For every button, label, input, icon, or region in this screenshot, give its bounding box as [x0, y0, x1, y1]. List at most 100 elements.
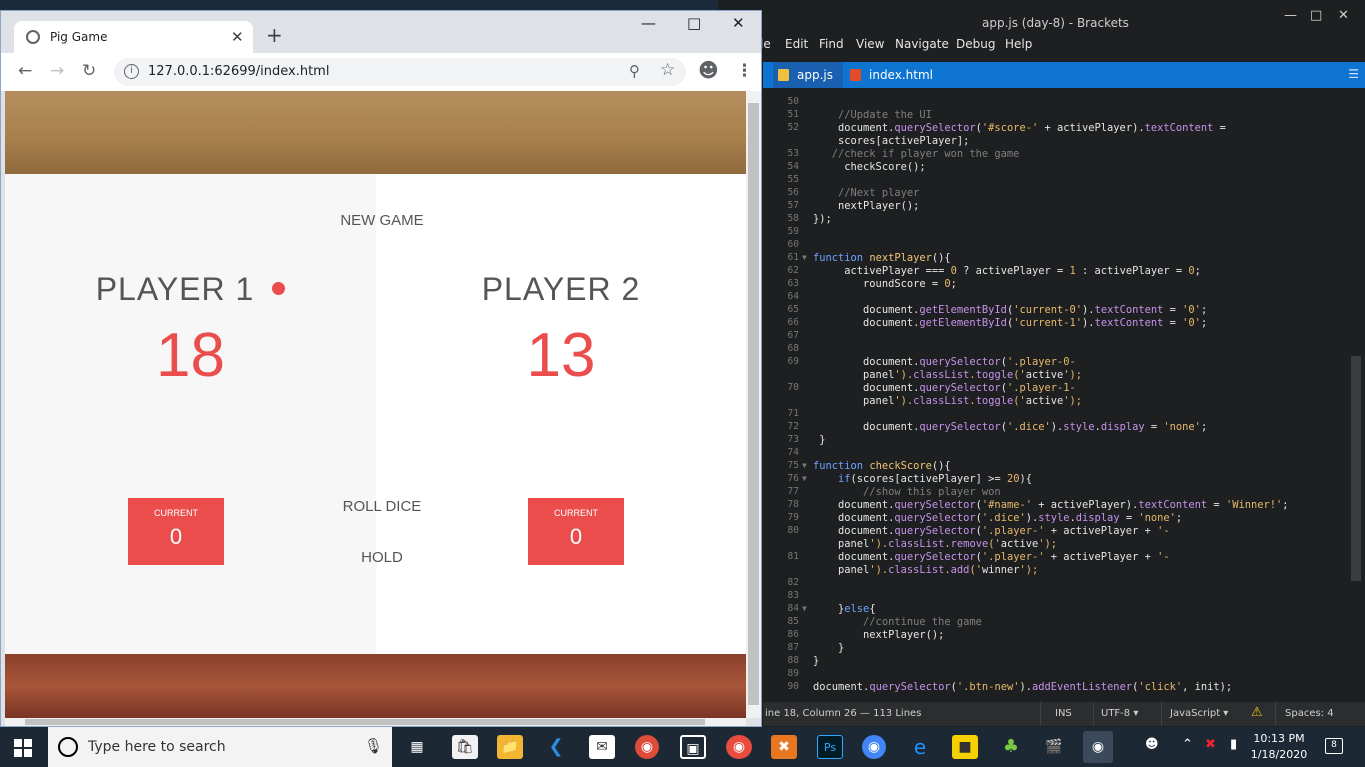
- photoshop-icon[interactable]: Ps: [817, 735, 843, 759]
- app-icon[interactable]: ▣: [680, 735, 706, 759]
- indent-spaces[interactable]: Spaces: 4: [1285, 708, 1334, 719]
- code-line[interactable]: }: [813, 434, 825, 446]
- code-line[interactable]: document.querySelector('#name-' + active…: [813, 499, 1289, 511]
- new-tab-icon[interactable]: +: [266, 23, 283, 47]
- code-line[interactable]: panel').classList.add('winner');: [813, 564, 1038, 576]
- code-line[interactable]: document.querySelector('.player-1-: [813, 382, 1076, 394]
- menu-find[interactable]: Find: [819, 37, 844, 51]
- vertical-scrollbar[interactable]: [746, 91, 761, 718]
- editor-scrollbar[interactable]: [1351, 356, 1361, 581]
- code-line[interactable]: //continue the game: [813, 616, 982, 628]
- info-icon[interactable]: i: [124, 64, 139, 79]
- code-line[interactable]: function checkScore(){: [813, 460, 951, 472]
- code-line[interactable]: document.querySelector('.btn-new').addEv…: [813, 681, 1232, 693]
- code-line[interactable]: });: [813, 213, 832, 225]
- code-line[interactable]: document.querySelector('#score-' + activ…: [813, 122, 1226, 134]
- file-explorer-icon[interactable]: 📁: [497, 735, 523, 759]
- task-view-icon[interactable]: ▦: [404, 735, 430, 759]
- code-editor[interactable]: 50 51 //Update the UI 52 document.querySel…: [763, 88, 1365, 698]
- code-line[interactable]: panel').classList.toggle('active');: [813, 395, 1082, 407]
- microphone-icon[interactable]: 🎙: [364, 737, 383, 755]
- minimize-icon[interactable]: —: [641, 14, 656, 32]
- roll-dice-button[interactable]: ROLL DICE: [282, 498, 482, 515]
- horizontal-scrollbar[interactable]: [5, 718, 746, 726]
- chrome-icon[interactable]: ◉: [635, 735, 659, 759]
- code-line[interactable]: document.querySelector('.dice').style.di…: [813, 421, 1207, 433]
- forward-icon[interactable]: →: [50, 61, 64, 81]
- tab-index-html[interactable]: index.html: [845, 62, 945, 88]
- close-icon[interactable]: ✕: [1338, 8, 1349, 23]
- code-line[interactable]: panel').classList.toggle('active');: [813, 369, 1082, 381]
- insert-mode[interactable]: INS: [1055, 708, 1072, 719]
- scroll-thumb[interactable]: [25, 719, 705, 725]
- code-line[interactable]: roundScore = 0;: [813, 278, 957, 290]
- taskbar-search[interactable]: Type here to search 🎙: [48, 727, 392, 767]
- url-text[interactable]: 127.0.0.1:62699/index.html: [148, 64, 329, 79]
- more-menu-icon[interactable]: ⋮: [736, 61, 753, 81]
- vscode-icon[interactable]: ❮: [543, 735, 569, 759]
- fold-arrow-icon[interactable]: ▼: [802, 604, 807, 613]
- encoding-select[interactable]: UTF-8 ▾: [1101, 708, 1138, 719]
- fold-arrow-icon[interactable]: ▼: [802, 253, 807, 262]
- chevron-up-icon[interactable]: ⌃: [1182, 737, 1193, 752]
- back-icon[interactable]: ←: [18, 61, 32, 81]
- code-line[interactable]: document.getElementById('current-0').tex…: [813, 304, 1207, 316]
- code-line[interactable]: document.querySelector('.player-' + acti…: [813, 525, 1170, 537]
- code-line[interactable]: }else{: [813, 603, 876, 615]
- code-line[interactable]: //check if player won the game: [813, 148, 1020, 160]
- xampp-icon[interactable]: ✖: [771, 735, 797, 759]
- code-line[interactable]: //Next player: [813, 187, 919, 199]
- menu-debug[interactable]: Debug: [956, 37, 995, 51]
- minimize-icon[interactable]: —: [1284, 8, 1297, 23]
- code-line[interactable]: nextPlayer();: [813, 629, 944, 641]
- bookmark-star-icon[interactable]: ☆: [660, 60, 675, 80]
- language-select[interactable]: JavaScript ▾: [1170, 708, 1228, 719]
- app-icon[interactable]: ◉: [726, 735, 752, 759]
- clover-icon[interactable]: ♣: [998, 735, 1024, 759]
- maximize-icon[interactable]: □: [687, 14, 701, 32]
- code-line[interactable]: //show this player won: [813, 486, 1001, 498]
- fold-arrow-icon[interactable]: ▼: [802, 461, 807, 470]
- address-bar[interactable]: i 127.0.0.1:62699/index.html ⚲ ☆: [114, 58, 686, 86]
- video-editor-icon[interactable]: 🎬: [1041, 735, 1067, 759]
- code-line[interactable]: panel').classList.remove('active');: [813, 538, 1057, 550]
- code-line[interactable]: }: [813, 655, 819, 667]
- system-clock[interactable]: 10:13 PM 1/18/2020: [1250, 731, 1308, 763]
- warning-icon[interactable]: ⚠: [1251, 705, 1263, 720]
- battery-icon[interactable]: ▮: [1230, 737, 1237, 752]
- reload-icon[interactable]: ↻: [82, 61, 96, 81]
- zoom-icon[interactable]: ⚲: [629, 62, 640, 80]
- hamburger-icon[interactable]: ☰: [1348, 67, 1359, 81]
- code-line[interactable]: function nextPlayer(){: [813, 252, 951, 264]
- profile-icon[interactable]: ☻: [698, 58, 719, 82]
- chrome-active-icon[interactable]: ◉: [1083, 731, 1113, 763]
- mail-icon[interactable]: ✉: [589, 735, 615, 759]
- scroll-thumb[interactable]: [748, 103, 759, 705]
- notification-center-icon[interactable]: 8: [1325, 738, 1343, 754]
- menu-view[interactable]: View: [856, 37, 884, 51]
- code-line[interactable]: document.querySelector('.player-0-: [813, 356, 1076, 368]
- store-icon[interactable]: 🛍: [452, 735, 478, 759]
- code-line[interactable]: document.querySelector('.dice').style.di…: [813, 512, 1182, 524]
- sticky-notes-icon[interactable]: ■: [952, 735, 978, 759]
- maximize-icon[interactable]: □: [1310, 8, 1322, 23]
- new-game-button[interactable]: NEW GAME: [282, 212, 482, 229]
- code-line[interactable]: }: [813, 642, 844, 654]
- menu-navigate[interactable]: Navigate: [895, 37, 949, 51]
- browser-tab[interactable]: Pig Game ✕: [14, 21, 253, 53]
- code-line[interactable]: activePlayer === 0 ? activePlayer = 1 : …: [813, 265, 1201, 277]
- people-icon[interactable]: ☻: [1145, 737, 1159, 752]
- code-line[interactable]: document.getElementById('current-1').tex…: [813, 317, 1207, 329]
- tab-app-js[interactable]: app.js: [773, 62, 843, 88]
- windows-start-icon[interactable]: [14, 739, 32, 757]
- code-line[interactable]: checkScore();: [813, 161, 925, 173]
- close-tab-icon[interactable]: ✕: [231, 28, 244, 46]
- code-line[interactable]: if(scores[activePlayer] >= 20){: [813, 473, 1032, 485]
- code-line[interactable]: nextPlayer();: [813, 200, 919, 212]
- code-line[interactable]: document.querySelector('.player-' + acti…: [813, 551, 1170, 563]
- edge-icon[interactable]: e: [907, 735, 933, 759]
- chrome-canary-icon[interactable]: ◉: [862, 735, 886, 759]
- code-line[interactable]: //Update the UI: [813, 109, 932, 121]
- fold-arrow-icon[interactable]: ▼: [802, 474, 807, 483]
- close-icon[interactable]: ✕: [732, 14, 745, 32]
